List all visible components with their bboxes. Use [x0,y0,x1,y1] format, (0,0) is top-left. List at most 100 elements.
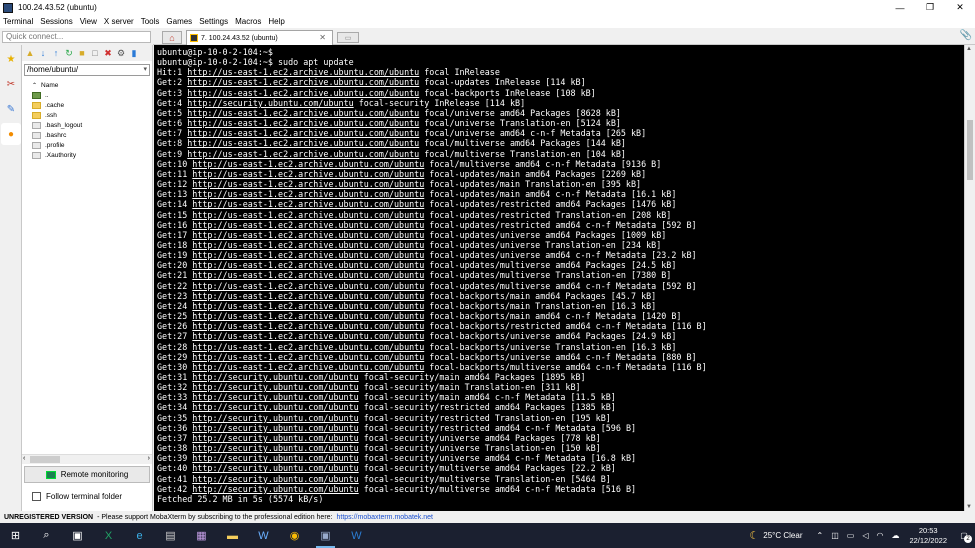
menu-macros[interactable]: Macros [235,17,261,26]
wifi-icon[interactable]: ◠ [876,531,883,540]
list-item[interactable]: .ssh [22,110,152,120]
file-explorer-icon[interactable]: ▬ [217,523,248,548]
terminal-scrollbar[interactable]: ▲ ▼ [964,45,975,511]
terminal-url[interactable]: http://us-east-1.ec2.archive.ubuntu.com/… [192,291,424,301]
minimize-button[interactable]: — [885,0,915,15]
follow-terminal-folder-checkbox[interactable]: Follow terminal folder [32,492,122,501]
list-item[interactable]: .cache [22,100,152,110]
terminal-url[interactable]: http://us-east-1.ec2.archive.ubuntu.com/… [192,179,424,189]
terminal-url[interactable]: http://us-east-1.ec2.archive.ubuntu.com/… [187,88,419,98]
menu-terminal[interactable]: Terminal [3,17,33,26]
scroll-up-icon[interactable]: ▲ [966,46,972,52]
terminal-url[interactable]: http://security.ubuntu.com/ubuntu [192,413,358,423]
terminal-url[interactable]: http://us-east-1.ec2.archive.ubuntu.com/… [187,77,419,87]
scroll-left-icon[interactable]: ‹ [23,455,25,462]
app-icon-3[interactable]: W [248,523,279,548]
terminal-url[interactable]: http://us-east-1.ec2.archive.ubuntu.com/… [192,331,424,341]
terminal-url[interactable]: http://security.ubuntu.com/ubuntu [192,423,358,433]
excel-icon[interactable]: X [93,523,124,548]
terminal-url[interactable]: http://security.ubuntu.com/ubuntu [187,98,353,108]
app-icon[interactable]: ▤ [155,523,186,548]
terminal-url[interactable]: http://us-east-1.ec2.archive.ubuntu.com/… [192,311,424,321]
terminal-url[interactable]: http://us-east-1.ec2.archive.ubuntu.com/… [187,67,419,77]
menu-sessions[interactable]: Sessions [40,17,72,26]
volume-icon[interactable]: ◁ [862,531,868,540]
terminal-url[interactable]: http://us-east-1.ec2.archive.ubuntu.com/… [192,210,424,220]
list-item[interactable]: .profile [22,140,152,150]
tab-close-icon[interactable]: ✕ [319,33,326,42]
terminal-url[interactable]: http://security.ubuntu.com/ubuntu [192,433,358,443]
edge-icon[interactable]: e [124,523,155,548]
sftp-icon[interactable]: ● [1,123,21,145]
clock[interactable]: 20:53 22/12/2022 [909,526,947,546]
delete-icon[interactable]: ✖ [103,48,113,58]
terminal-url[interactable]: http://us-east-1.ec2.archive.ubuntu.com/… [192,260,424,270]
task-view-icon[interactable]: ▣ [62,523,93,548]
new-file-icon[interactable]: □ [90,48,100,58]
network-icon[interactable]: ◫ [831,531,839,540]
terminal-url[interactable]: http://us-east-1.ec2.archive.ubuntu.com/… [192,250,424,260]
horizontal-scrollbar[interactable]: ‹ › [22,454,152,464]
terminal-url[interactable]: http://us-east-1.ec2.archive.ubuntu.com/… [192,270,424,280]
terminal-url[interactable]: http://us-east-1.ec2.archive.ubuntu.com/… [192,281,424,291]
list-item[interactable]: .bashrc [22,130,152,140]
terminal-url[interactable]: http://us-east-1.ec2.archive.ubuntu.com/… [192,189,424,199]
session-tab[interactable]: 7. 100.24.43.52 (ubuntu) ✕ [186,30,333,45]
remote-monitoring-button[interactable]: Remote monitoring [24,466,150,483]
terminal-url[interactable]: http://us-east-1.ec2.archive.ubuntu.com/… [192,321,424,331]
close-button[interactable]: ✕ [945,0,975,15]
scroll-down-icon[interactable]: ▼ [966,504,972,510]
terminal-url[interactable]: http://us-east-1.ec2.archive.ubuntu.com/… [192,352,424,362]
terminal-url[interactable]: http://us-east-1.ec2.archive.ubuntu.com/… [192,159,424,169]
terminal-url[interactable]: http://us-east-1.ec2.archive.ubuntu.com/… [192,220,424,230]
settings-icon[interactable]: ⚙ [116,48,126,58]
notification-center-icon[interactable]: ▢ 2 [953,523,975,548]
terminal-url[interactable]: http://security.ubuntu.com/ubuntu [192,474,358,484]
file-list-header[interactable]: ⌃ Name [22,80,152,90]
chevron-down-icon[interactable]: ▾ [143,65,147,75]
terminal-url[interactable]: http://security.ubuntu.com/ubuntu [192,382,358,392]
terminal-url[interactable]: http://us-east-1.ec2.archive.ubuntu.com/… [187,149,419,159]
terminal-url[interactable]: http://us-east-1.ec2.archive.ubuntu.com/… [192,240,424,250]
chrome-icon[interactable]: ◉ [279,523,310,548]
terminal-url[interactable]: http://us-east-1.ec2.archive.ubuntu.com/… [192,362,424,372]
mobaxterm-link[interactable]: https://mobaxterm.mobatek.net [336,514,433,521]
terminal-url[interactable]: http://security.ubuntu.com/ubuntu [192,392,358,402]
quick-connect-input[interactable]: Quick connect... [2,31,151,43]
terminal-url[interactable]: http://us-east-1.ec2.archive.ubuntu.com/… [192,230,424,240]
scrollbar-thumb[interactable] [30,456,60,463]
download-icon[interactable]: ↓ [38,48,48,58]
terminal-output[interactable]: ubuntu@ip-10-0-2-104:~$ ubuntu@ip-10-0-2-… [154,45,964,511]
terminal-url[interactable]: http://us-east-1.ec2.archive.ubuntu.com/… [192,301,424,311]
terminal-url[interactable]: http://us-east-1.ec2.archive.ubuntu.com/… [187,128,419,138]
folder-up-icon[interactable]: ▲ [25,48,35,58]
terminal-url[interactable]: http://us-east-1.ec2.archive.ubuntu.com/… [192,199,424,209]
list-item[interactable]: .Xauthority [22,150,152,160]
checkbox-icon[interactable] [32,492,41,501]
terminal-url[interactable]: http://security.ubuntu.com/ubuntu [192,453,358,463]
search-icon[interactable]: ⌕ [31,523,62,548]
attachment-icon[interactable]: 📎 [960,30,972,41]
terminal-url[interactable]: http://security.ubuntu.com/ubuntu [192,372,358,382]
tools-icon[interactable]: ✂ [1,73,21,95]
app-icon-2[interactable]: ▦ [186,523,217,548]
bookmark-icon[interactable]: ▮ [129,48,139,58]
terminal-url[interactable]: http://us-east-1.ec2.archive.ubuntu.com/… [187,118,419,128]
terminal-url[interactable]: http://security.ubuntu.com/ubuntu [192,463,358,473]
mobaxterm-icon[interactable]: ▣ [310,523,341,548]
menu-games[interactable]: Games [166,17,192,26]
terminal-url[interactable]: http://us-east-1.ec2.archive.ubuntu.com/… [192,169,424,179]
terminal-url[interactable]: http://security.ubuntu.com/ubuntu [192,484,358,494]
path-input[interactable]: /home/ubuntu/ ▾ [24,64,150,76]
new-tab-button[interactable]: ▭ [337,32,359,43]
home-tab[interactable]: ⌂ [162,31,182,44]
terminal-url[interactable]: http://us-east-1.ec2.archive.ubuntu.com/… [192,342,424,352]
restore-button[interactable]: ❐ [915,0,945,15]
list-item[interactable]: .. [22,90,152,100]
macro-icon[interactable]: ✎ [1,98,21,120]
start-icon[interactable]: ⊞ [0,523,31,548]
upload-icon[interactable]: ↑ [51,48,61,58]
menu-tools[interactable]: Tools [141,17,160,26]
menu-help[interactable]: Help [268,17,284,26]
menu-x-server[interactable]: X server [104,17,134,26]
